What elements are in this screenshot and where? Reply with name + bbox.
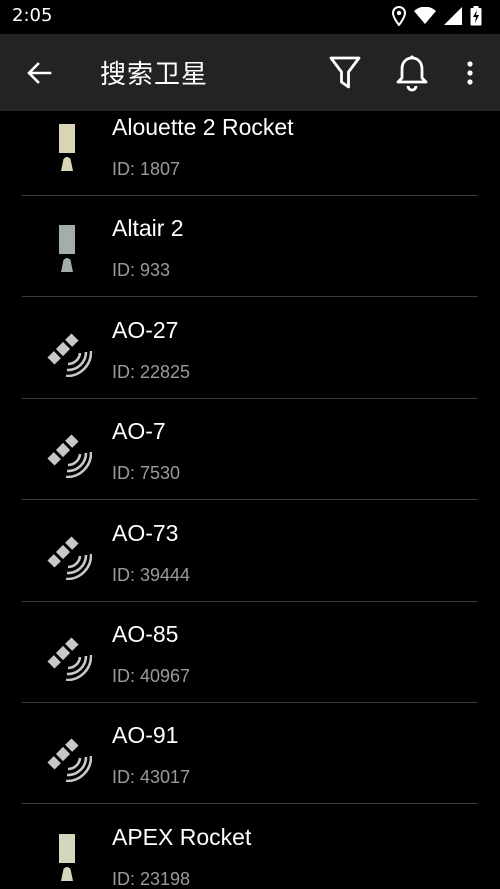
filter-button[interactable] <box>328 55 362 91</box>
location-icon <box>392 6 406 26</box>
satellite-name: AO-85 <box>112 621 179 647</box>
satellite-name: AO-73 <box>112 519 179 546</box>
back-button[interactable] <box>24 58 54 88</box>
status-time: 2:05 <box>12 5 53 26</box>
app-bar: 搜索卫星 <box>0 34 500 111</box>
satellite-id: ID: 23198 <box>112 868 191 889</box>
satellite-icon <box>42 530 93 580</box>
bell-icon <box>396 55 428 92</box>
satellite-id: ID: 39444 <box>112 564 191 585</box>
notifications-button[interactable] <box>393 54 431 92</box>
satellite-name: AO-27 <box>112 316 179 343</box>
rocket-icon <box>42 124 92 174</box>
rocket-icon <box>42 225 92 275</box>
rocket-icon <box>42 833 92 884</box>
satellite-name: Alouette 2 Rocket <box>112 114 294 140</box>
satellite-id: ID: 43017 <box>112 767 191 788</box>
satellite-icon <box>42 327 93 378</box>
satellite-name: APEX Rocket <box>112 823 252 850</box>
satellite-icon <box>42 732 93 783</box>
satellite-icon <box>42 428 93 479</box>
satellite-id: ID: 22825 <box>112 361 191 382</box>
satellite-id: ID: 7530 <box>112 463 181 484</box>
arrow-left-icon <box>27 62 52 84</box>
status-icons <box>392 6 482 26</box>
satellite-row[interactable]: AO-27 ID: 22825 <box>0 297 500 398</box>
satellite-row[interactable]: Alouette 2 Rocket ID: 1807 <box>0 111 500 195</box>
satellite-name: Altair 2 <box>112 215 184 242</box>
satellite-row[interactable]: AO-7 ID: 7530 <box>0 398 500 499</box>
signal-icon <box>444 7 462 25</box>
page-title: 搜索卫星 <box>100 60 209 90</box>
status-bar: 2:05 <box>0 0 500 34</box>
satellite-list[interactable]: Alouette 2 Rocket ID: 1807 Altair 2 ID: 933… <box>0 111 500 889</box>
satellite-id: ID: 40967 <box>112 666 191 686</box>
satellite-icon <box>42 631 93 682</box>
battery-charging-icon <box>470 6 482 26</box>
filter-icon <box>329 56 361 89</box>
more-options-button[interactable] <box>463 59 477 89</box>
more-vert-icon <box>467 61 473 85</box>
satellite-id: ID: 1807 <box>112 159 181 179</box>
satellite-row[interactable]: AO-73 ID: 39444 <box>0 500 500 601</box>
satellite-row[interactable]: APEX Rocket ID: 23198 <box>0 804 500 889</box>
satellite-name: AO-7 <box>112 418 166 445</box>
satellite-row[interactable]: Altair 2 ID: 933 <box>0 195 500 296</box>
wifi-icon <box>414 7 436 25</box>
satellite-row[interactable]: AO-91 ID: 43017 <box>0 702 500 803</box>
satellite-name: AO-91 <box>112 722 179 749</box>
satellite-id: ID: 933 <box>112 260 171 281</box>
satellite-row[interactable]: AO-85 ID: 40967 <box>0 601 500 702</box>
